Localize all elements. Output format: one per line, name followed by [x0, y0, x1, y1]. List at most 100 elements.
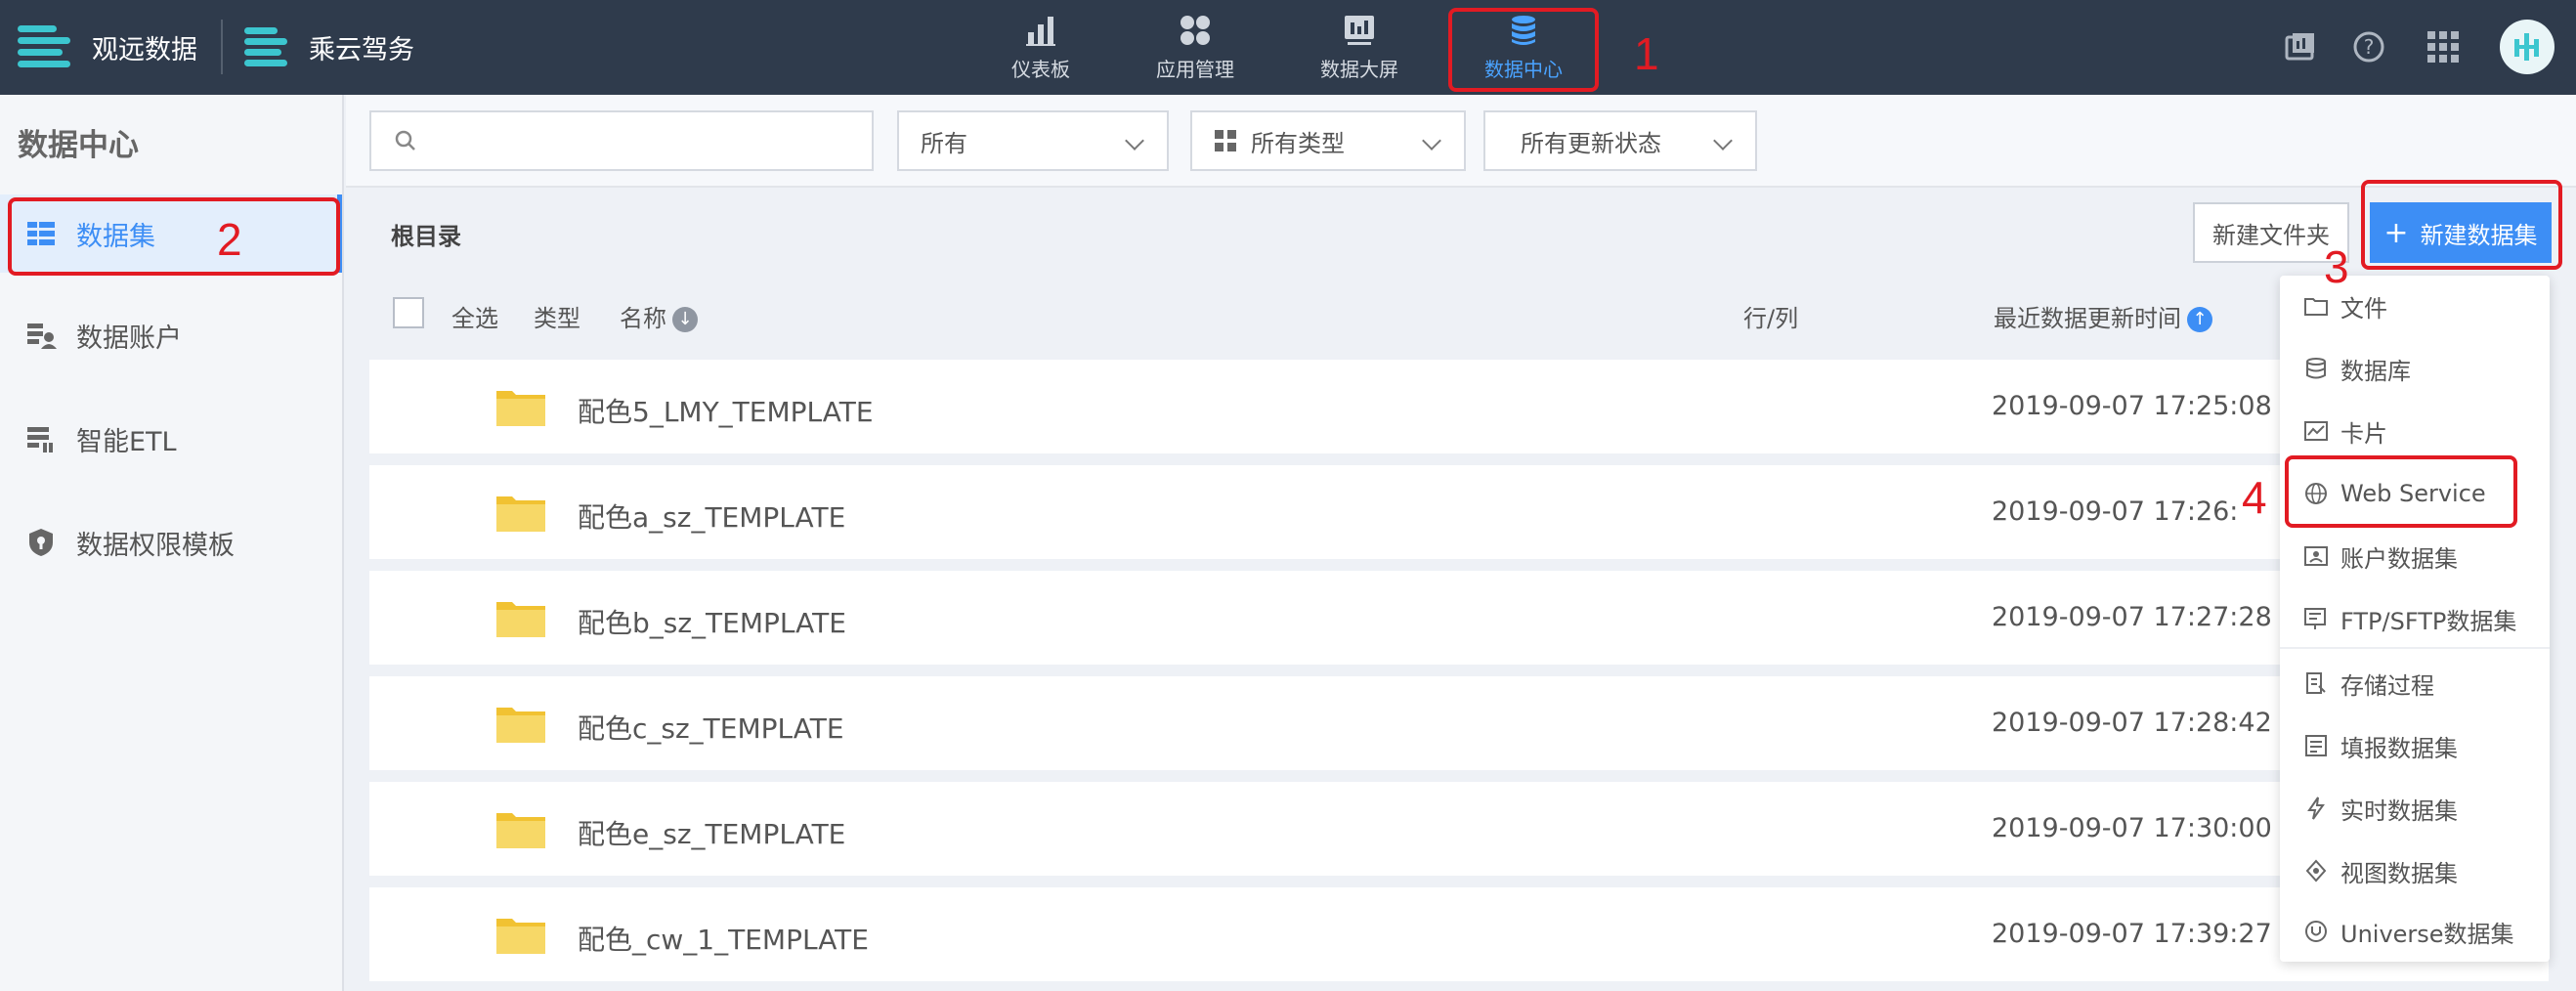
- type-select-value: 所有类型: [1251, 129, 1345, 157]
- bar-chart-icon: [1026, 17, 1055, 46]
- database-icon: [2306, 358, 2326, 379]
- nav-label: 数据大屏: [1320, 58, 1398, 81]
- top-bar: 观远数据 乘云驾务 仪表板 应用管理 数据大屏 数据中心 ?: [0, 0, 2576, 95]
- owner-select-value: 所有: [921, 129, 967, 157]
- row-name[interactable]: 配色5_LMY_TEMPLATE: [578, 391, 874, 430]
- folder-icon: [496, 602, 545, 637]
- category-icon: [1215, 130, 1236, 151]
- menu-divider: [2280, 647, 2550, 649]
- search-icon: [395, 130, 415, 151]
- menu-item-view-dataset[interactable]: 视图数据集: [2280, 840, 2550, 901]
- universe-icon: [2305, 921, 2327, 942]
- tenant-logo-icon: [244, 22, 287, 74]
- owner-select[interactable]: 所有: [897, 110, 1169, 171]
- table-row[interactable]: 配色_cw_1_TEMPLATE 2019-09-07 17:39:27: [369, 887, 2549, 981]
- column-name-label: 名称: [620, 305, 666, 332]
- table-row[interactable]: 配色e_sz_TEMPLATE 2019-09-07 17:30:00: [369, 782, 2549, 876]
- row-time: 2019-09-07 17:27:28: [1992, 602, 2272, 632]
- menu-item-file[interactable]: 文件: [2280, 276, 2550, 336]
- table-header: 全选 类型 名称 ↓ 行/列 最近数据更新时间 ↑: [369, 283, 2549, 344]
- search-input[interactable]: [369, 110, 874, 171]
- row-name[interactable]: 配色a_sz_TEMPLATE: [578, 496, 845, 536]
- screen-icon: [1345, 16, 1374, 45]
- help-icon[interactable]: ?: [2349, 27, 2388, 66]
- menu-item-label: 填报数据集: [2340, 734, 2458, 762]
- guanyuan-logo-icon: [18, 22, 70, 74]
- nav-data-screen[interactable]: 数据大屏: [1286, 0, 1433, 95]
- annotation-box-2: [8, 197, 340, 276]
- select-all-label[interactable]: 全选: [451, 299, 498, 333]
- menu-item-ftp-dataset[interactable]: FTP/SFTP数据集: [2280, 588, 2550, 649]
- grid-menu-icon[interactable]: [2424, 27, 2463, 66]
- column-updated-label: 最近数据更新时间: [1994, 305, 2181, 332]
- table-row[interactable]: 配色a_sz_TEMPLATE 2019-09-07 17:26:19: [369, 465, 2549, 559]
- menu-item-realtime-dataset[interactable]: 实时数据集: [2280, 778, 2550, 839]
- menu-item-form-dataset[interactable]: 填报数据集: [2280, 715, 2550, 776]
- nav-dashboard[interactable]: 仪表板: [967, 0, 1114, 95]
- row-time: 2019-09-07 17:26:19: [1992, 496, 2272, 527]
- menu-item-stored-procedure[interactable]: 存储过程: [2280, 653, 2550, 713]
- chevron-down-icon: [1125, 131, 1144, 151]
- nav-app-management[interactable]: 应用管理: [1122, 0, 1268, 95]
- row-time: 2019-09-07 17:30:00: [1992, 813, 2272, 843]
- column-name[interactable]: 名称 ↓: [620, 299, 698, 333]
- row-name[interactable]: 配色c_sz_TEMPLATE: [578, 708, 844, 747]
- sort-up-icon[interactable]: ↑: [2187, 307, 2212, 332]
- folder-icon: [496, 813, 545, 848]
- folder-icon: [496, 496, 545, 532]
- menu-item-label: Universe数据集: [2340, 920, 2514, 948]
- brand-guanyuan[interactable]: 观远数据: [18, 0, 197, 95]
- row-name[interactable]: 配色b_sz_TEMPLATE: [578, 602, 846, 641]
- menu-item-account-dataset[interactable]: 账户数据集: [2280, 526, 2550, 586]
- sidebar-item-permission-template[interactable]: 数据权限模板: [0, 503, 342, 582]
- filter-bar: 所有 所有类型 所有更新状态: [346, 95, 2576, 188]
- annotation-number-4: 4: [2238, 471, 2271, 524]
- menu-item-label: FTP/SFTP数据集: [2340, 607, 2517, 635]
- tenant-name: 乘云驾务: [309, 35, 414, 65]
- form-icon: [2305, 735, 2327, 756]
- sidebar-item-label: 数据权限模板: [76, 530, 235, 561]
- brand-divider: [221, 20, 223, 74]
- menu-item-card[interactable]: 卡片: [2280, 401, 2550, 461]
- nav-label: 应用管理: [1156, 58, 1234, 81]
- sidebar-title: 数据中心: [18, 128, 139, 163]
- menu-item-label: 数据库: [2340, 357, 2411, 385]
- status-select-value: 所有更新状态: [1521, 129, 1661, 157]
- menu-item-label: 视图数据集: [2340, 859, 2458, 887]
- status-select[interactable]: 所有更新状态: [1483, 110, 1757, 171]
- folder-open-icon: [2304, 298, 2328, 316]
- menu-item-label: 卡片: [2340, 419, 2387, 448]
- sidebar-item-smart-etl[interactable]: 智能ETL: [0, 400, 342, 478]
- sort-down-icon[interactable]: ↓: [672, 307, 698, 332]
- table-row[interactable]: 配色c_sz_TEMPLATE 2019-09-07 17:28:42: [369, 676, 2549, 770]
- menu-item-label: 实时数据集: [2340, 797, 2458, 825]
- menu-item-universe-dataset[interactable]: Universe数据集: [2280, 901, 2550, 962]
- column-rows-cols: 行/列: [1743, 305, 1799, 332]
- monitor-icon[interactable]: [2281, 27, 2320, 66]
- select-all-checkbox[interactable]: [393, 297, 424, 328]
- new-dataset-menu: 文件 数据库 卡片 Web Service 账户数据集 FTP/SFTP数据集 …: [2280, 276, 2550, 962]
- menu-item-label: 账户数据集: [2340, 544, 2458, 573]
- menu-item-label: 存储过程: [2340, 671, 2434, 700]
- annotation-number-3: 3: [2324, 241, 2349, 292]
- procedure-icon: [2306, 672, 2326, 694]
- annotation-number-2: 2: [217, 214, 242, 265]
- column-updated-time[interactable]: 最近数据更新时间 ↑: [1994, 299, 2212, 333]
- avatar[interactable]: [2500, 20, 2555, 74]
- row-name[interactable]: 配色e_sz_TEMPLATE: [578, 813, 845, 852]
- avatar-logo-icon: [2514, 33, 2539, 61]
- brand-tenant[interactable]: 乘云驾务: [244, 0, 414, 95]
- table-row[interactable]: 配色5_LMY_TEMPLATE 2019-09-07 17:25:08: [369, 360, 2549, 453]
- row-name[interactable]: 配色_cw_1_TEMPLATE: [578, 919, 869, 958]
- folder-icon: [496, 391, 545, 426]
- table-row[interactable]: 配色b_sz_TEMPLATE 2019-09-07 17:27:28: [369, 571, 2549, 665]
- chevron-down-icon: [1422, 131, 1441, 151]
- account-icon: [27, 323, 57, 349]
- type-select[interactable]: 所有类型: [1190, 110, 1466, 171]
- breadcrumb[interactable]: 根目录: [391, 217, 461, 251]
- sidebar-item-data-account[interactable]: 数据账户: [0, 296, 342, 374]
- menu-item-database[interactable]: 数据库: [2280, 338, 2550, 399]
- sidebar-item-label: 数据账户: [76, 323, 182, 354]
- view-icon: [2305, 859, 2327, 883]
- svg-text:?: ?: [2364, 35, 2375, 59]
